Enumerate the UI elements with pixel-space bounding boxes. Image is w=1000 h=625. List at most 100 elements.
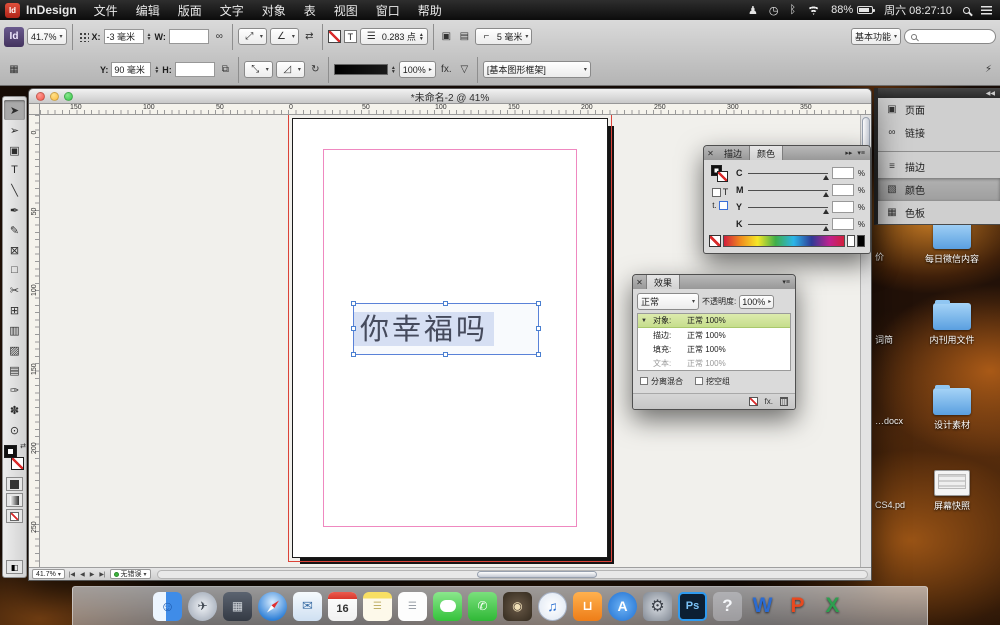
desktop-icon-每日微信内容[interactable]: 每日微信内容 (907, 222, 997, 265)
w-input[interactable] (169, 29, 209, 44)
x-steppers[interactable]: ▲▼ (147, 33, 152, 41)
text-frame[interactable]: 你幸福吗 (353, 303, 539, 355)
effects-row-0[interactable]: ▼对象:正常 100% (638, 314, 790, 328)
frame-tool[interactable]: ⊠ (4, 240, 25, 260)
view-mode-button[interactable]: ◧ (6, 560, 23, 574)
fill-swatch[interactable] (11, 457, 24, 470)
page-tool[interactable]: ▣ (4, 140, 25, 160)
rotate-90-button[interactable]: ↻ (308, 64, 323, 75)
menu-帮助[interactable]: 帮助 (409, 0, 451, 20)
text-fill-proxy[interactable]: T (712, 187, 729, 197)
last-page-button[interactable]: ▶| (98, 571, 106, 578)
flip-horizontal-button[interactable]: ⇄ (302, 31, 317, 42)
channel-value-input[interactable] (832, 184, 854, 196)
y-input[interactable]: 90 毫米 (111, 62, 151, 77)
text-stroke-proxy[interactable]: t. (712, 201, 727, 210)
dock-panel-颜色[interactable]: ▧颜色 (878, 178, 1000, 201)
frame-handle[interactable] (351, 326, 356, 331)
frame-handle[interactable] (351, 352, 356, 357)
fx-menu-icon[interactable]: fx. (439, 64, 454, 75)
menu-对象[interactable]: 对象 (253, 0, 295, 20)
dock-mission-control[interactable]: ▦ (223, 592, 252, 621)
constrain-link-icon[interactable]: ∞ (212, 31, 227, 42)
dock-messages[interactable] (433, 592, 462, 621)
ruler-origin-box[interactable] (29, 104, 40, 115)
menu-版面[interactable]: 版面 (169, 0, 211, 20)
dock-finder[interactable]: ☺ (153, 592, 182, 621)
direct-selection-tool[interactable]: ➢ (4, 120, 25, 140)
bluetooth-icon[interactable]: ᛒ (789, 4, 796, 16)
close-icon[interactable]: ✕ (633, 275, 646, 289)
shear-angle-combo[interactable]: ◿▾ (276, 61, 305, 78)
slider-marker-icon[interactable] (823, 209, 829, 214)
dock-itunes[interactable]: ♫ (538, 592, 567, 621)
corner-options-combo[interactable]: ⌐5 毫米▾ (475, 28, 533, 45)
dock-photoshop[interactable]: Ps (678, 592, 707, 621)
preflight-status[interactable]: 无错误▾ (110, 569, 151, 579)
frame-handle[interactable] (443, 352, 448, 357)
dock-facetime[interactable]: ✆ (468, 592, 497, 621)
dock-missing-app[interactable]: ? (713, 592, 742, 621)
dock-notes[interactable]: ☰ (363, 592, 392, 621)
desktop-partial-label[interactable]: …docx (875, 416, 907, 426)
fill-gradient-bar[interactable] (334, 64, 388, 75)
color-spectrum-ramp[interactable] (723, 235, 845, 247)
white-swatch[interactable] (847, 235, 855, 247)
dock-panel-页面[interactable]: ▣页面 (878, 98, 1000, 121)
notification-center-icon[interactable] (981, 6, 992, 15)
menu-编辑[interactable]: 编辑 (127, 0, 169, 20)
menu-窗口[interactable]: 窗口 (367, 0, 409, 20)
first-page-button[interactable]: |◀ (68, 571, 76, 578)
window-titlebar[interactable]: *未命名-2 @ 41% (29, 89, 871, 104)
battery-indicator[interactable]: 88% (831, 4, 873, 16)
quick-apply-icon[interactable]: ⚡ (981, 64, 996, 75)
dock-calendar[interactable]: 16 (328, 592, 357, 621)
scale-y-combo[interactable]: ⤡▾ (244, 61, 273, 78)
desktop-icon-屏幕快照[interactable]: 屏幕快照 (907, 470, 997, 512)
frame-handle[interactable] (443, 301, 448, 306)
effects-panel-header[interactable]: ✕ 效果 ▾≡ (633, 275, 795, 289)
swap-fill-stroke-icon[interactable]: ⇄ (20, 442, 26, 450)
status-zoom-combo[interactable]: 41.7%▾ (32, 569, 65, 579)
indesign-app-icon[interactable]: Id (5, 3, 20, 18)
blend-mode-select[interactable]: 正常▾ (637, 293, 699, 310)
channel-value-input[interactable] (832, 167, 854, 179)
reference-point-proxy[interactable] (78, 31, 89, 42)
horizontal-scrollbar[interactable] (157, 570, 868, 579)
text-wrap-icon[interactable]: ▤ (457, 31, 472, 42)
type-tool[interactable]: T (4, 160, 25, 180)
panel-menu-icon[interactable]: ▾≡ (857, 149, 865, 157)
zoom-tool[interactable]: ⊙ (4, 420, 25, 440)
canvas-text[interactable]: 你幸福吗 (354, 312, 494, 346)
prev-page-button[interactable]: ◀ (79, 571, 86, 578)
tab-color[interactable]: 颜色 (749, 146, 783, 160)
dock-excel[interactable]: X (818, 592, 847, 621)
horizontal-scroll-thumb[interactable] (477, 571, 598, 578)
black-swatch[interactable] (857, 235, 865, 247)
scale-x-combo[interactable]: ⤢▾ (238, 28, 267, 45)
desktop-partial-label[interactable]: 词简 (875, 333, 907, 346)
line-tool[interactable]: ╲ (4, 180, 25, 200)
desktop-icon-设计素材[interactable]: 设计素材 (907, 388, 997, 431)
effects-row-1[interactable]: 描边:正常 100% (638, 328, 790, 342)
gradient-tool[interactable]: ▥ (4, 320, 25, 340)
constrain-dimensions-icon[interactable]: ⧉ (218, 64, 233, 75)
desktop-partial-label[interactable]: 价 (875, 250, 907, 263)
im-app-icon[interactable]: ♟ (748, 4, 758, 17)
dock-reminders[interactable]: ☰ (398, 592, 427, 621)
document-page[interactable]: 你幸福吗 (292, 118, 608, 558)
dock-word[interactable]: W (748, 592, 777, 621)
effects-row-2[interactable]: 填充:正常 100% (638, 342, 790, 356)
selection-tool[interactable]: ➤ (4, 100, 25, 120)
time-machine-icon[interactable]: ◷ (769, 4, 779, 17)
dock-safari[interactable] (258, 592, 287, 621)
menu-表[interactable]: 表 (295, 0, 325, 20)
dock-panel-描边[interactable]: ≡描边 (878, 155, 1000, 178)
stroke-weight-combo[interactable]: ☰0.283 点▲▼ (360, 28, 428, 45)
horizontal-ruler[interactable]: 15010050050100150200250300350 (40, 104, 871, 115)
frame-handle[interactable] (351, 301, 356, 306)
tab-stroke[interactable]: 描边 (717, 146, 749, 160)
pen-tool[interactable]: ✒ (4, 200, 25, 220)
app-name-menu[interactable]: InDesign (26, 3, 77, 17)
dock-photo-booth[interactable]: ◉ (503, 592, 532, 621)
